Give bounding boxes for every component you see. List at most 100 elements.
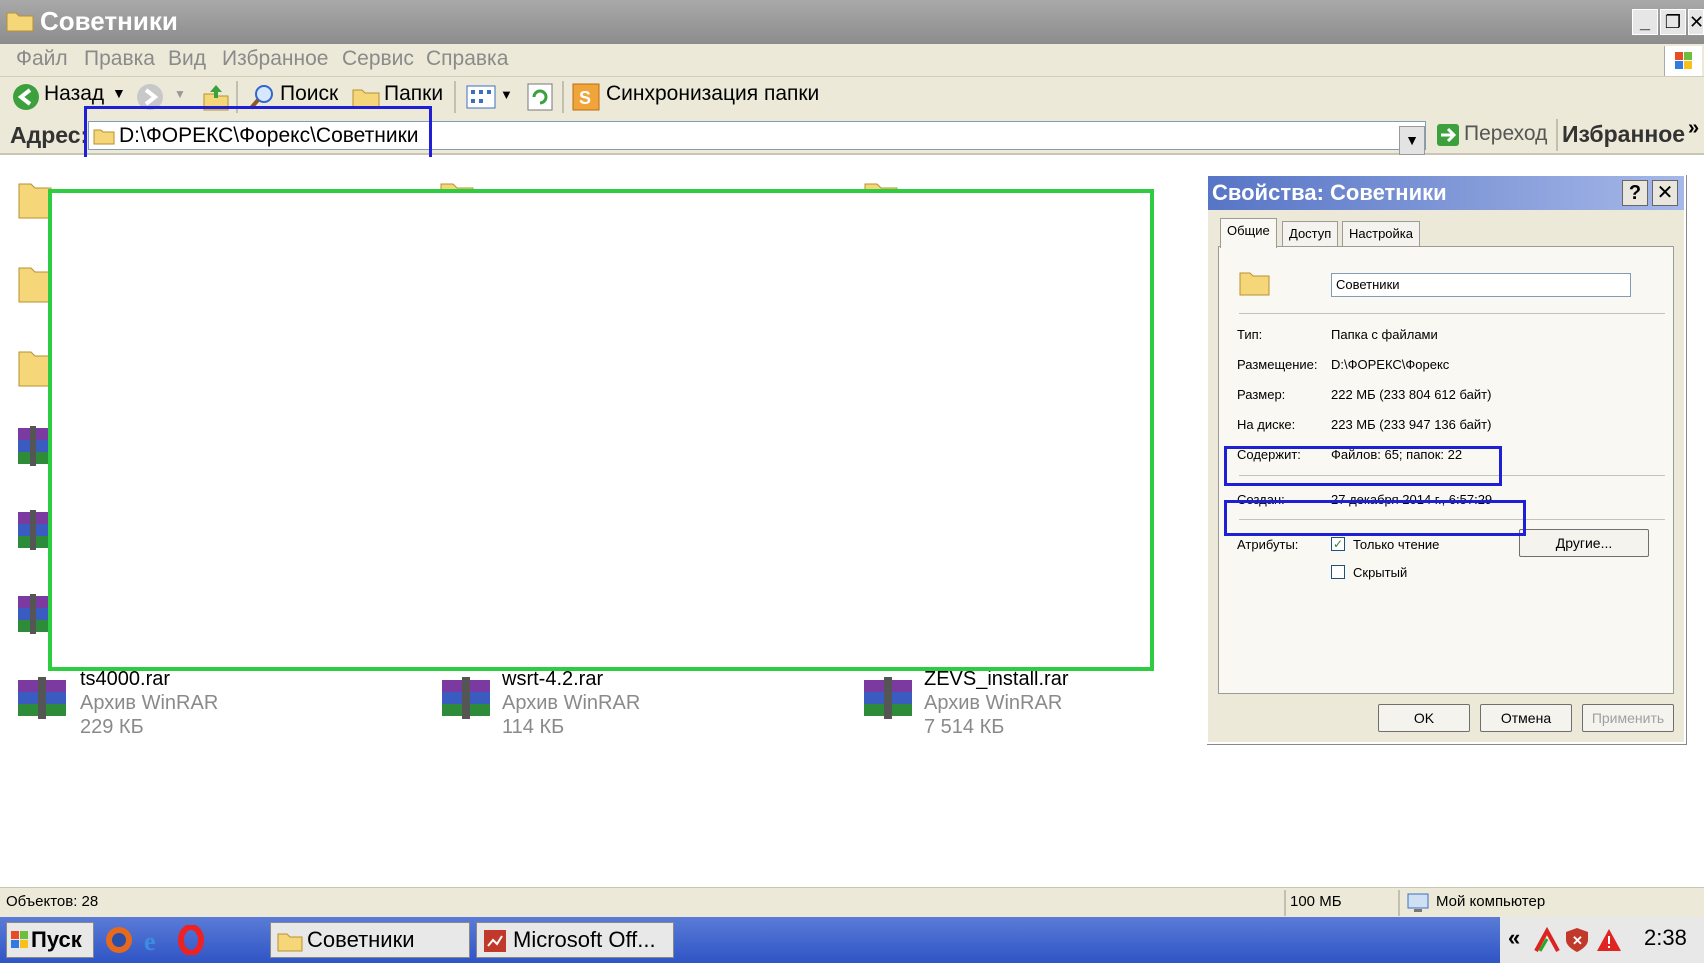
advanced-button[interactable]: Другие...: [1519, 529, 1649, 557]
task-office-window[interactable]: Microsoft Off...: [476, 922, 674, 958]
file-type: Архив WinRAR: [502, 692, 641, 714]
minimize-button[interactable]: _: [1632, 9, 1658, 35]
folder-icon[interactable]: [18, 176, 52, 222]
windows-logo-icon: [1664, 46, 1702, 76]
menu-file[interactable]: Файл: [16, 47, 68, 71]
toolbar-separator: [1556, 119, 1558, 151]
address-dropdown-button[interactable]: ▼: [1399, 126, 1425, 155]
folder-name-input[interactable]: Советники: [1331, 273, 1631, 297]
chevron-down-icon[interactable]: ▼: [174, 87, 186, 101]
winrar-icon[interactable]: [16, 424, 50, 470]
location-value: D:\ФОРЕКС\Форекс: [1331, 357, 1450, 372]
go-arrow-icon: [1437, 124, 1459, 146]
chevron-down-icon[interactable]: ▼: [112, 85, 126, 101]
svg-text:✕: ✕: [1572, 933, 1583, 948]
winrar-icon: [442, 677, 490, 719]
warning-icon[interactable]: [1596, 927, 1622, 953]
address-label: Адрес:: [10, 122, 89, 148]
folders-label: Папки: [384, 82, 444, 105]
toolbar-separator: [562, 81, 564, 113]
chevron-down-icon[interactable]: ▼: [500, 87, 513, 102]
folder-icon[interactable]: [18, 344, 52, 390]
file-size: 114 КБ: [502, 716, 565, 738]
attributes-label: Атрибуты:: [1237, 537, 1299, 552]
menu-help[interactable]: Справка: [426, 47, 508, 71]
close-button[interactable]: ✕: [1688, 9, 1704, 35]
folder-icon: [277, 933, 303, 952]
hidden-checkbox[interactable]: [1331, 565, 1345, 579]
menu-view[interactable]: Вид: [168, 47, 206, 71]
readonly-checkbox[interactable]: ✓: [1331, 537, 1345, 551]
sync-folder-label: Синхронизация папки: [606, 82, 820, 105]
opera-icon[interactable]: [176, 925, 206, 955]
help-button[interactable]: ?: [1622, 180, 1648, 206]
antivirus-shield-icon[interactable]: ✕: [1564, 926, 1590, 954]
taskbar: Пуск e Советники Microsoft Off... « ✕ 2:…: [0, 917, 1704, 963]
winrar-icon[interactable]: [16, 508, 50, 554]
file-name: ts4000.rar: [80, 668, 171, 690]
disk-size-value: 223 МБ (233 947 136 байт): [1331, 417, 1492, 432]
task-explorer-window[interactable]: Советники: [270, 922, 470, 958]
ok-button[interactable]: OK: [1378, 704, 1470, 732]
tray-expand-button[interactable]: «: [1508, 925, 1520, 951]
file-name: ZEVS_install.rar: [924, 668, 1069, 690]
go-label: Переход: [1464, 122, 1548, 145]
cancel-button[interactable]: Отмена: [1480, 704, 1572, 732]
objects-count: Объектов: 28: [6, 893, 99, 910]
green-highlight-box: [48, 189, 1154, 671]
firefox-icon[interactable]: [104, 925, 134, 955]
task-label: Советники: [307, 927, 415, 952]
chevron-right-icon[interactable]: »: [1688, 117, 1699, 140]
tab-general[interactable]: Общие: [1220, 218, 1277, 248]
restore-button[interactable]: ❐: [1660, 9, 1686, 35]
clock: 2:38: [1644, 925, 1687, 950]
internet-explorer-icon[interactable]: e: [140, 925, 170, 955]
views-icon[interactable]: [466, 85, 496, 109]
status-location: Мой компьютер: [1436, 893, 1546, 910]
file-item[interactable]: ZEVS_install.rar Архив WinRAR 7 514 КБ: [862, 668, 1202, 742]
file-size: 7 514 КБ: [924, 716, 1005, 738]
file-item[interactable]: wsrt-4.2.rar Архив WinRAR 114 КБ: [440, 668, 840, 742]
tab-customize[interactable]: Настройка: [1342, 221, 1420, 247]
contains-highlight-box: [1224, 446, 1502, 486]
svg-text:S: S: [579, 88, 591, 108]
task-label: Microsoft Off...: [513, 927, 656, 952]
sync-folder-icon: S: [572, 83, 600, 111]
window-title: Советники: [40, 6, 178, 36]
favorites-link[interactable]: Избранное: [1562, 121, 1685, 148]
toolbar-separator: [454, 81, 456, 113]
menu-tools[interactable]: Сервис: [342, 47, 414, 71]
file-type: Архив WinRAR: [924, 692, 1063, 714]
folder-icon[interactable]: [18, 260, 52, 306]
go-button[interactable]: Переход: [1436, 121, 1556, 151]
type-value: Папка с файлами: [1331, 327, 1438, 342]
hidden-label: Скрытый: [1353, 565, 1408, 580]
menu-favorites[interactable]: Избранное: [222, 47, 328, 71]
winrar-icon: [18, 677, 66, 719]
svg-text:e: e: [144, 927, 156, 955]
tab-sharing[interactable]: Доступ: [1282, 221, 1339, 247]
location-label: Размещение:: [1237, 357, 1318, 372]
status-bar: Объектов: 28 100 МБ Мой компьютер: [0, 887, 1704, 917]
disk-size-label: На диске:: [1237, 417, 1296, 432]
sync-refresh-icon[interactable]: [526, 82, 554, 112]
sync-folder-button[interactable]: S Синхронизация папки: [572, 81, 822, 113]
menu-edit[interactable]: Правка: [84, 47, 155, 71]
back-arrow-icon: [13, 84, 39, 110]
file-type: Архив WinRAR: [80, 692, 219, 714]
office-icon: [484, 930, 506, 952]
status-size: 100 МБ: [1290, 893, 1342, 910]
dialog-close-button[interactable]: ✕: [1652, 180, 1678, 206]
winrar-icon: [864, 677, 912, 719]
start-button[interactable]: Пуск: [6, 922, 94, 958]
my-computer-icon: [1407, 893, 1429, 912]
file-item[interactable]: ts4000.rar Архив WinRAR 229 КБ: [16, 668, 416, 742]
winrar-icon[interactable]: [16, 592, 50, 638]
window-title-bar: Советники _ ❐ ✕: [0, 0, 1704, 44]
search-label: Поиск: [280, 82, 339, 105]
apply-button[interactable]: Применить: [1582, 704, 1674, 732]
type-label: Тип:: [1237, 327, 1263, 342]
start-label: Пуск: [31, 927, 82, 952]
file-size: 229 КБ: [80, 716, 144, 738]
network-icon[interactable]: [1534, 927, 1560, 953]
